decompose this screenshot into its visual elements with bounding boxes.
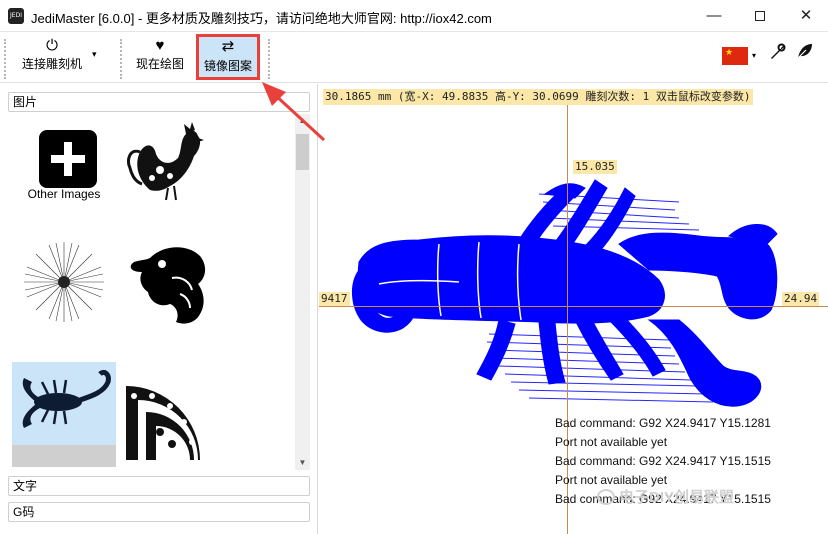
add-image-icon	[39, 130, 97, 188]
draw-label: 现在绘图	[135, 57, 184, 71]
gallery-scrollbar[interactable]: ▲ ▼	[295, 114, 310, 470]
thumbnail-eagle-head[interactable]	[120, 238, 224, 330]
heart-icon: ♥	[155, 37, 165, 54]
toolbar-grip[interactable]	[120, 39, 123, 79]
crosshair-horizontal-line	[319, 306, 828, 307]
mirror-pattern-button[interactable]: ⇄ 镜像图案	[196, 34, 260, 80]
log-line: Bad command: G92 X24.9417 Y15.1515	[555, 454, 771, 468]
dimension-status-bar[interactable]: 30.1865 mm (宽-X: 49.8835 高-Y: 30.0699 雕刻…	[323, 89, 753, 105]
selection-caption-bar	[12, 445, 116, 467]
rooster-icon	[126, 122, 204, 201]
coordinate-y-label: 15.035	[573, 160, 617, 174]
power-icon: ⏻	[46, 37, 58, 54]
left-panel: 图片 Other Images ▲ ▼ 文字 G码	[0, 84, 318, 534]
coordinate-x-left-label: 9417	[319, 292, 350, 306]
watermark: 电子DIY创易联盟	[597, 486, 734, 507]
window-title: JediMaster [6.0.0] - 更多材质及雕刻技巧，请访问绝地大师官网…	[31, 11, 492, 26]
app-icon: JEDI	[8, 8, 24, 24]
pictures-section-header[interactable]: 图片	[8, 92, 310, 112]
wrench-icon[interactable]	[768, 43, 786, 66]
thumbnail-sunburst[interactable]	[12, 238, 116, 330]
scorpion-icon	[22, 369, 111, 428]
picture-gallery: Other Images	[8, 114, 310, 470]
scroll-thumb[interactable]	[296, 134, 309, 170]
toolbar: ⏻ 连接雕刻机 ▾ ♥ 现在绘图 ⇄ 镜像图案 ▾	[0, 33, 828, 83]
sunburst-icon	[24, 242, 104, 322]
log-line: Bad command: G92 X24.9417 Y15.1281	[555, 416, 771, 430]
connect-dropdown-icon[interactable]: ▾	[92, 49, 97, 60]
engraving-canvas[interactable]: 30.1865 mm (宽-X: 49.8835 高-Y: 30.0699 雕刻…	[319, 84, 828, 534]
thumbnail-scorpion[interactable]	[12, 362, 116, 448]
swap-arrows-icon: ⇄	[221, 38, 235, 55]
eagle-head-icon	[130, 247, 206, 324]
wechat-icon	[597, 489, 615, 505]
thumbnail-ornament-fan[interactable]	[120, 366, 224, 466]
scroll-up-icon[interactable]: ▲	[295, 114, 310, 128]
draw-now-button[interactable]: ♥ 现在绘图	[130, 35, 190, 79]
watermark-text: 电子DIY创易联盟	[619, 489, 735, 506]
toolbar-grip[interactable]	[4, 39, 7, 79]
china-flag-icon[interactable]	[722, 47, 748, 65]
close-button[interactable]: ✕	[784, 0, 828, 32]
coordinate-x-right-label: 24.94	[782, 292, 820, 306]
ornament-fan-icon	[126, 386, 200, 460]
connect-label: 连接雕刻机	[21, 57, 82, 71]
leaf-icon[interactable]	[796, 42, 814, 65]
gcode-section-header[interactable]: G码	[8, 502, 310, 522]
scroll-down-icon[interactable]: ▼	[295, 456, 310, 470]
title-bar: JEDI JediMaster [6.0.0] - 更多材质及雕刻技巧，请访问绝…	[0, 0, 828, 32]
other-images-label: Other Images	[27, 187, 101, 201]
maximize-icon	[755, 11, 765, 22]
minimize-button[interactable]: —	[692, 0, 736, 32]
connect-engraver-button[interactable]: ⏻ 连接雕刻机	[14, 35, 90, 79]
maximize-button[interactable]	[738, 0, 782, 32]
mirror-label: 镜像图案	[203, 59, 252, 73]
language-dropdown-icon[interactable]: ▾	[752, 51, 756, 60]
log-line: Port not available yet	[555, 435, 668, 449]
text-section-header[interactable]: 文字	[8, 476, 310, 496]
thumbnail-rooster[interactable]	[120, 120, 224, 201]
toolbar-grip[interactable]	[268, 39, 271, 79]
